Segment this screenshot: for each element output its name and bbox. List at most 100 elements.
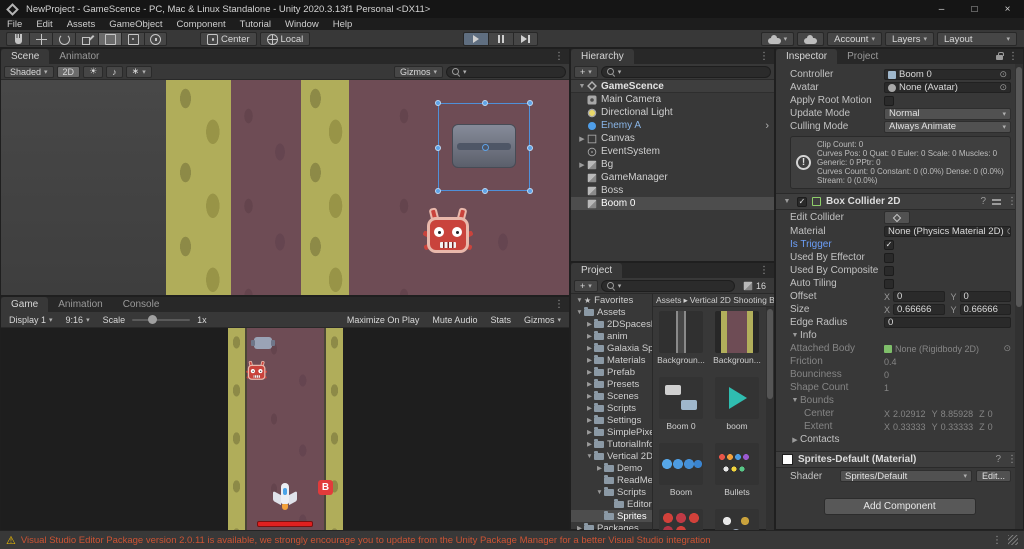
asset-item-boom-clip[interactable]: boom — [711, 377, 763, 431]
resize-handle-nw[interactable] — [435, 100, 441, 106]
tree-item-materials[interactable]: ▶ Materials — [571, 354, 652, 366]
play-button[interactable] — [463, 32, 488, 46]
help-icon[interactable]: ? — [995, 454, 1001, 465]
scale-slider-knob[interactable] — [148, 315, 158, 324]
shader-dropdown[interactable]: Sprites/Default ▾ — [840, 470, 972, 482]
tree-item-assets[interactable]: ▼ Assets — [571, 306, 652, 318]
game-panel-menu-icon[interactable]: ⋮ — [554, 299, 564, 310]
hierarchy-scene-row[interactable]: ▼ GameScence — [571, 80, 774, 93]
row-contacts-foldout[interactable]: ▶ Contacts — [776, 433, 1023, 446]
resize-handle-e[interactable] — [527, 145, 533, 151]
tree-item-vertical-2d[interactable]: ▼ Vertical 2D ... — [571, 450, 652, 462]
hierarchy-item-canvas[interactable]: ▶ Canvas — [571, 132, 774, 145]
menu-gameobject[interactable]: GameObject — [102, 19, 169, 30]
asset-item-background-1[interactable]: Backgroun... — [655, 311, 707, 365]
hierarchy-item-directional-light[interactable]: Directional Light — [571, 106, 774, 119]
audio-toggle-button[interactable]: ♪ — [106, 65, 123, 78]
layers-dropdown[interactable]: Layers ▾ — [884, 32, 934, 46]
culling-mode-dropdown[interactable]: Always Animate ▾ — [884, 120, 1011, 133]
tree-item-presets[interactable]: ▶ Presets — [571, 378, 652, 390]
used-by-effector-checkbox[interactable] — [884, 252, 894, 263]
project-panel-menu-icon[interactable]: ⋮ — [759, 265, 769, 276]
hierarchy-item-gamemanager[interactable]: GameManager — [571, 171, 774, 184]
tab-animator[interactable]: Animator — [49, 49, 109, 64]
update-mode-dropdown[interactable]: Normal ▾ — [884, 107, 1011, 120]
auto-tiling-checkbox[interactable] — [884, 278, 894, 289]
offset-y-field[interactable]: 0 — [959, 291, 1011, 302]
hierarchy-item-eventsystem[interactable]: EventSystem — [571, 145, 774, 158]
help-icon[interactable]: ? — [980, 196, 986, 207]
asset-item-bullets[interactable]: Bullets — [711, 443, 763, 497]
menu-window[interactable]: Window — [278, 19, 326, 30]
gizmos-dropdown[interactable]: Gizmos ▾ — [393, 65, 443, 78]
hand-tool-button[interactable] — [6, 32, 29, 46]
hierarchy-panel-menu-icon[interactable]: ⋮ — [759, 51, 769, 62]
project-create-dropdown[interactable]: + ▾ — [574, 279, 598, 292]
resize-handle-se[interactable] — [527, 188, 533, 194]
row-info-foldout[interactable]: ▼ Info — [776, 329, 1023, 342]
object-picker-icon[interactable]: ⊙ — [999, 83, 1007, 92]
maximize-on-play-button[interactable]: Maximize On Play — [342, 314, 425, 326]
edge-radius-field[interactable]: 0 — [884, 317, 1011, 328]
fold-closed-icon[interactable]: ▶ — [577, 161, 587, 169]
fold-closed-icon[interactable]: ▶ — [577, 135, 587, 143]
avatar-object-field[interactable]: None (Avatar) ⊙ — [884, 82, 1011, 93]
asset-item-background-2[interactable]: Backgroun... — [711, 311, 763, 365]
presets-icon[interactable] — [992, 197, 1001, 206]
custom-tool-button[interactable] — [144, 32, 167, 46]
offset-x-field[interactable]: 0 — [893, 291, 945, 302]
tab-scene[interactable]: Scene — [1, 49, 50, 64]
project-search-input[interactable]: ▾ — [600, 279, 735, 292]
box-collider-2d-header[interactable]: ▼ ✓ Box Collider 2D ? ⋮ — [776, 193, 1023, 210]
hierarchy-item-main-camera[interactable]: Main Camera — [571, 93, 774, 106]
close-button[interactable]: × — [991, 0, 1024, 18]
shader-edit-button[interactable]: Edit... — [975, 470, 1011, 482]
menu-help[interactable]: Help — [326, 19, 360, 30]
scene-viewport[interactable] — [1, 80, 569, 295]
menu-component[interactable]: Component — [170, 19, 233, 30]
tree-item-tutorialinfo[interactable]: ▶ TutorialInfo — [571, 438, 652, 450]
menu-edit[interactable]: Edit — [29, 19, 59, 30]
transform-tool-button[interactable] — [121, 32, 144, 46]
scrollbar-thumb[interactable] — [767, 309, 773, 399]
hierarchy-item-boom-0[interactable]: Boom 0 — [571, 197, 774, 210]
hierarchy-item-enemy-a[interactable]: Enemy A › — [571, 119, 774, 132]
resize-handle-w[interactable] — [435, 145, 441, 151]
mute-audio-button[interactable]: Mute Audio — [427, 314, 482, 326]
tree-item-packages[interactable]: ▶ Packages — [571, 522, 652, 530]
edit-collider-button[interactable] — [884, 211, 910, 224]
minimize-button[interactable]: – — [925, 0, 958, 18]
inspector-scrollbar[interactable] — [1015, 64, 1023, 529]
resize-handle-ne[interactable] — [527, 100, 533, 106]
asset-item-boom-sprite[interactable]: Boom — [655, 443, 707, 497]
scale-slider[interactable] — [132, 315, 191, 324]
step-button[interactable] — [513, 32, 538, 46]
fold-open-icon[interactable]: ▼ — [790, 397, 800, 404]
used-by-composite-checkbox[interactable] — [884, 265, 894, 276]
shading-mode-dropdown[interactable]: Shaded ▾ — [4, 65, 54, 78]
tree-item-simplepixel[interactable]: ▶ SimplePixel... — [571, 426, 652, 438]
lock-icon[interactable] — [996, 52, 1004, 60]
hidden-packages-toggle[interactable]: 16 — [738, 280, 771, 292]
tree-item-readme[interactable]: ReadMe — [571, 474, 652, 486]
scene-search-input[interactable]: ▾ — [446, 65, 566, 78]
stats-button[interactable]: Stats — [485, 314, 516, 326]
tab-animation[interactable]: Animation — [48, 297, 112, 312]
physics-material-field[interactable]: None (Physics Material 2D) ⊙ — [884, 226, 1011, 237]
tree-item-scripts[interactable]: ▶ Scripts — [571, 402, 652, 414]
tree-item-settings[interactable]: ▶ Settings — [571, 414, 652, 426]
is-trigger-checkbox[interactable]: ✓ — [884, 239, 894, 250]
size-x-field[interactable]: 0.66666 — [893, 304, 945, 315]
tree-item-demo[interactable]: ▶ Demo — [571, 462, 652, 474]
breadcrumb-root[interactable]: Assets — [656, 295, 682, 305]
project-scrollbar[interactable] — [766, 307, 774, 530]
pause-button[interactable] — [488, 32, 513, 46]
tree-item-scenes[interactable]: ▶ Scenes — [571, 390, 652, 402]
pivot-toggle-button[interactable]: Center — [200, 32, 257, 46]
tree-item-2dspaceshooter[interactable]: ▶ 2DSpacesh... — [571, 318, 652, 330]
maximize-button[interactable]: □ — [958, 0, 991, 18]
asset-item-partial[interactable] — [655, 509, 707, 530]
open-prefab-chevron-icon[interactable]: › — [765, 120, 772, 132]
tab-inspector[interactable]: Inspector — [776, 49, 838, 64]
row-bounds[interactable]: ▼ Bounds — [776, 394, 1023, 407]
